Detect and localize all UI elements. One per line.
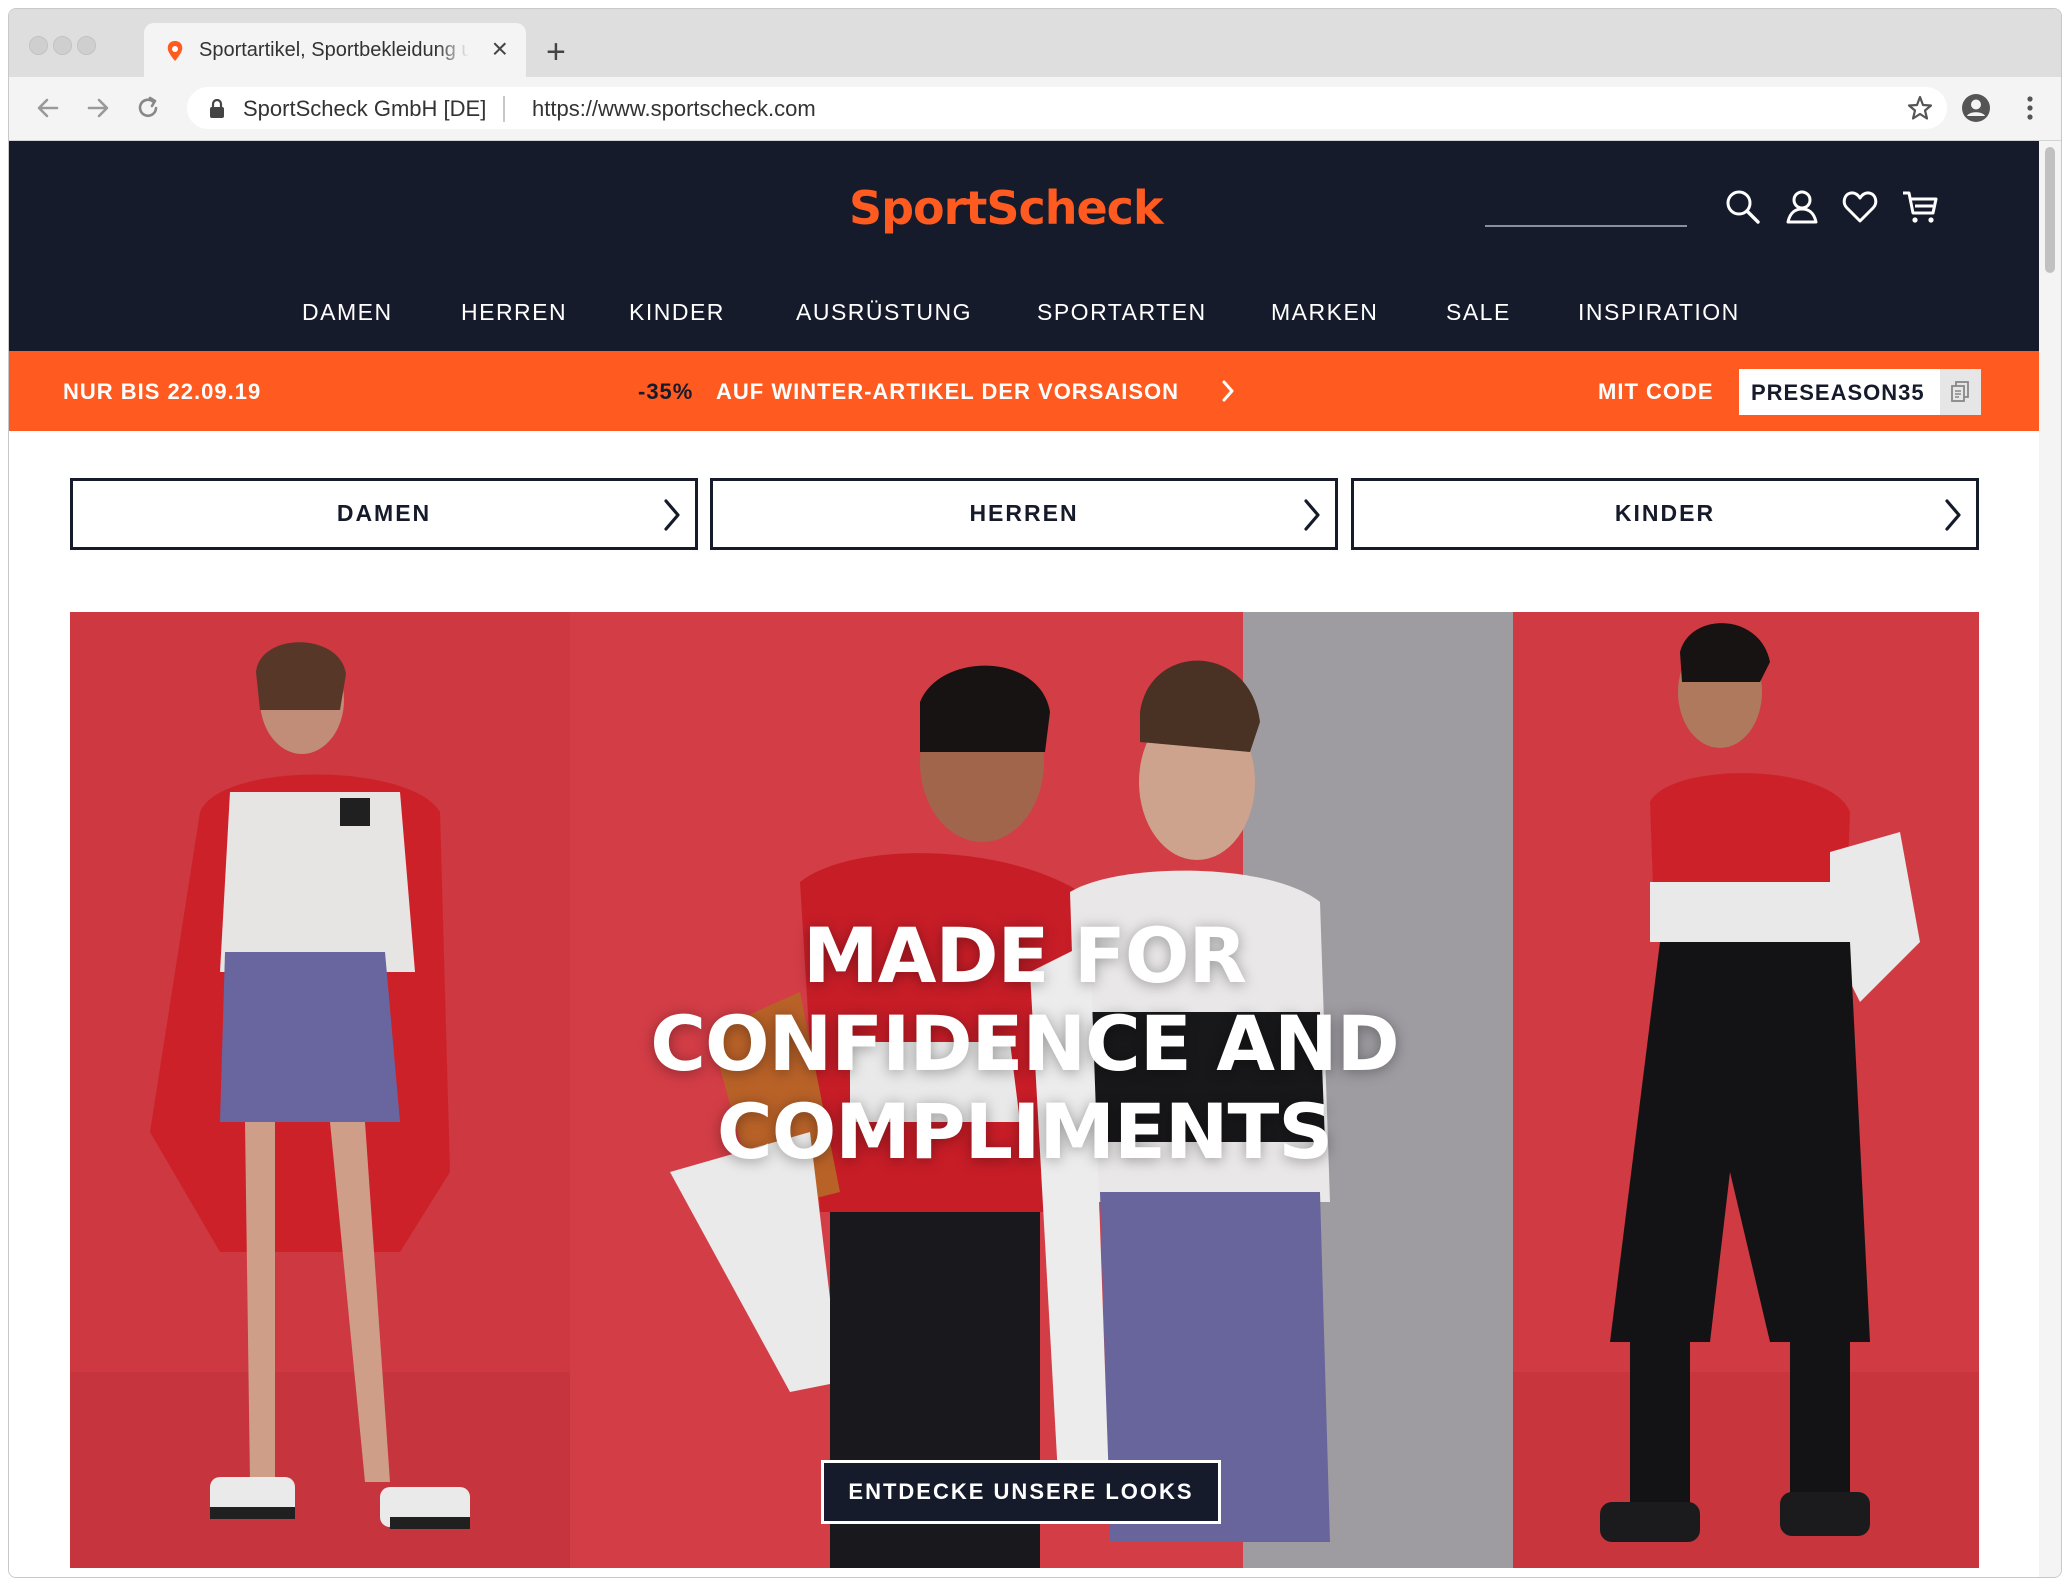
site-identity: SportScheck GmbH [DE]	[243, 96, 487, 121]
window-zoom-dot[interactable]	[77, 36, 96, 55]
category-label: HERREN	[969, 500, 1079, 526]
search-input[interactable]	[1485, 225, 1687, 227]
nav-item-herren[interactable]: HERREN	[461, 299, 567, 326]
cart-icon[interactable]	[1900, 187, 1940, 227]
nav-item-ausruestung[interactable]: AUSRÜSTUNG	[796, 299, 972, 326]
forward-icon[interactable]	[81, 91, 115, 125]
copy-code-button[interactable]	[1940, 369, 1981, 415]
discover-looks-button[interactable]: ENTDECKE UNSERE LOOKS	[821, 1460, 1221, 1524]
tab-title: Sportartikel, Sportbekleidung u	[199, 39, 469, 61]
promo-deadline: NUR BIS 22.09.19	[63, 379, 262, 404]
promo-bar[interactable]: NUR BIS 22.09.19 -35% AUF WINTER-ARTIKEL…	[9, 351, 2039, 431]
page-scrollbar[interactable]	[2039, 141, 2061, 1577]
tab-close-icon[interactable]: ×	[492, 35, 508, 63]
hero-headline-line: CONFIDENCE AND	[650, 999, 1399, 1088]
promo-code-box[interactable]: PRESEASON35	[1739, 369, 1981, 415]
chevron-right-icon	[1304, 499, 1320, 531]
promo-offer[interactable]: AUF WINTER-ARTIKEL DER VORSAISON	[716, 379, 1179, 405]
promo-code-label: MIT CODE	[1598, 379, 1714, 404]
sportscheck-logo[interactable]: SportScheck	[849, 181, 1164, 235]
new-tab-icon[interactable]: +	[546, 35, 566, 69]
hero-headline: MADE FOR CONFIDENCE AND COMPLIMENTS	[70, 912, 1979, 1176]
browser-window: Sportartikel, Sportbekleidung u × + Spor…	[8, 8, 2062, 1578]
category-button-kinder[interactable]: KINDER	[1351, 478, 1979, 550]
category-label: DAMEN	[336, 500, 432, 526]
address-bar[interactable]: SportScheck GmbH [DE] https://www.sports…	[187, 87, 1947, 129]
omnibox-divider	[503, 96, 505, 122]
window-close-dot[interactable]	[29, 36, 48, 55]
nav-item-inspiration[interactable]: INSPIRATION	[1578, 299, 1740, 326]
nav-item-kinder[interactable]: KINDER	[629, 299, 725, 326]
category-button-damen[interactable]: DAMEN	[70, 478, 698, 550]
chevron-right-icon	[664, 499, 680, 531]
hero-banner[interactable]: MADE FOR CONFIDENCE AND COMPLIMENTS ENTD…	[70, 612, 1979, 1568]
nav-item-sale[interactable]: SALE	[1446, 299, 1511, 326]
page-viewport: SportScheck DAMEN HERREN KINDER AUSRÜSTU…	[9, 141, 2039, 1577]
profile-icon[interactable]	[1960, 92, 1992, 124]
category-label: KINDER	[1614, 500, 1716, 526]
promo-discount: -35%	[638, 379, 694, 404]
hero-headline-line: COMPLIMENTS	[716, 1087, 1333, 1176]
category-button-herren[interactable]: HERREN	[710, 478, 1338, 550]
nav-item-marken[interactable]: MARKEN	[1271, 299, 1378, 326]
scrollbar-thumb[interactable]	[2045, 147, 2055, 273]
browser-tab[interactable]: Sportartikel, Sportbekleidung u ×	[144, 23, 526, 77]
window-minimize-dot[interactable]	[53, 36, 72, 55]
search-icon[interactable]	[1723, 187, 1763, 227]
promo-chevron-icon	[1222, 380, 1234, 402]
nav-item-damen[interactable]: DAMEN	[302, 299, 393, 326]
hero-headline-line: MADE FOR	[803, 911, 1247, 1000]
site-header: SportScheck DAMEN HERREN KINDER AUSRÜSTU…	[9, 141, 2039, 351]
copy-icon	[1951, 381, 1969, 402]
reload-icon[interactable]	[131, 91, 165, 125]
sportscheck-favicon	[167, 41, 183, 61]
user-icon[interactable]	[1782, 187, 1822, 227]
heart-icon[interactable]	[1840, 187, 1880, 227]
lock-icon	[210, 99, 224, 118]
promo-code: PRESEASON35	[1751, 380, 1925, 405]
bookmark-star-icon[interactable]	[1905, 93, 1935, 123]
menu-kebab-icon[interactable]	[2024, 93, 2036, 123]
nav-item-sportarten[interactable]: SPORTARTEN	[1037, 299, 1207, 326]
main-navigation: DAMEN HERREN KINDER AUSRÜSTUNG SPORTARTE…	[9, 299, 2039, 339]
tab-strip: Sportartikel, Sportbekleidung u × +	[9, 9, 2061, 77]
browser-toolbar: SportScheck GmbH [DE] https://www.sports…	[9, 77, 2061, 141]
url-text[interactable]: https://www.sportscheck.com	[532, 96, 816, 122]
chevron-right-icon	[1945, 499, 1961, 531]
back-icon[interactable]	[31, 91, 65, 125]
